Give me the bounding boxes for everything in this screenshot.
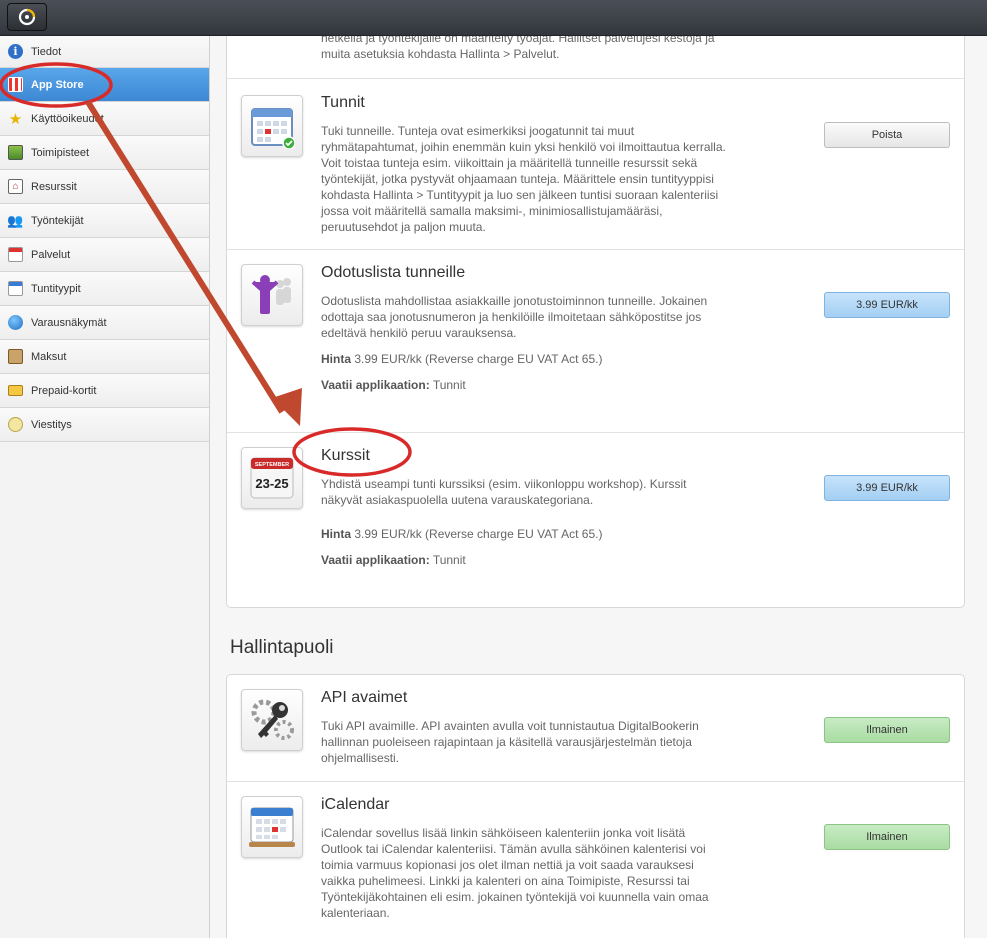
sidebar-item-maksut[interactable]: Maksut [0, 340, 209, 374]
app-title: Kurssit [321, 447, 370, 464]
sidebar-item-label: Tiedot [31, 45, 62, 58]
brand-logo-icon [18, 8, 36, 26]
app-title: Odotuslista tunneille [321, 264, 466, 281]
house-icon: ⌂ [8, 179, 23, 194]
app-icon-tunnit [241, 95, 303, 157]
price-value: 3.99 EUR/kk (Reverse charge EU VAT Act 6… [354, 527, 603, 541]
sidebar-item-label: Prepaid-kortit [31, 384, 97, 397]
sidebar-item-label: Varausnäkymät [31, 316, 107, 329]
app-description: hetkellä ja työntekijälle on määritelty … [321, 36, 715, 61]
globe-icon [8, 315, 23, 330]
app-row-icalendar: iCalendar iCalendar sovellus lisää linki… [227, 782, 964, 938]
cash-icon [8, 349, 23, 364]
sidebar-item-app-store[interactable]: App Store [0, 68, 209, 102]
app-description: Tuki API avaimille. API avainten avulla … [321, 719, 699, 765]
buy-app-button[interactable]: 3.99 EUR/kk [824, 292, 950, 318]
key-gears-icon [251, 699, 294, 740]
home-logo-button[interactable] [7, 3, 47, 31]
store-icon [8, 77, 23, 92]
course-calendar-icon: SEPTEMBER 23-25 [250, 457, 294, 499]
info-icon: i [8, 44, 23, 59]
location-icon [8, 145, 23, 160]
app-description: Yhdistä useampi tunti kurssiksi (esim. v… [321, 477, 687, 507]
sidebar-item-label: Työntekijät [31, 214, 84, 227]
sidebar-item-label: Resurssit [31, 180, 77, 193]
star-icon: ★ [8, 110, 23, 128]
chat-icon [8, 417, 23, 432]
calendar-icon [8, 281, 23, 296]
calendar-icon [8, 247, 23, 262]
app-title: Tunnit [321, 94, 365, 111]
sidebar-item-varausnakymat[interactable]: Varausnäkymät [0, 306, 209, 340]
sidebar-item-prepaid-kortit[interactable]: Prepaid-kortit [0, 374, 209, 408]
app-title: API avaimet [321, 689, 408, 706]
sidebar-item-kayttooikeudet[interactable]: ★ Käyttöoikeudet [0, 102, 209, 136]
price-value: 3.99 EUR/kk (Reverse charge EU VAT Act 6… [354, 352, 603, 366]
price-label: Hinta [321, 352, 351, 366]
top-bar [0, 0, 987, 36]
app-title: iCalendar [321, 796, 390, 813]
card-icon [8, 385, 23, 396]
calendar-icon [251, 108, 295, 149]
app-requires: Vaatii applikaation: Tunnit [321, 553, 466, 567]
app-description: Tuki tunneille. Tunteja ovat esimerkiksi… [321, 124, 726, 234]
icon-dates-text: 23-25 [255, 476, 288, 491]
requires-value: Tunnit [432, 553, 466, 567]
app-icon-odotuslista [241, 264, 303, 326]
app-icon-kurssit: SEPTEMBER 23-25 [241, 447, 303, 509]
sidebar-item-resurssit[interactable]: ⌂ Resurssit [0, 170, 209, 204]
app-row-partial: hetkellä ja työntekijälle on määritelty … [227, 36, 964, 79]
sidebar-item-toimipisteet[interactable]: Toimipisteet [0, 136, 209, 170]
free-app-button[interactable]: Ilmainen [824, 824, 950, 850]
sidebar: i Tiedot App Store ★ Käyttöoikeudet Toim… [0, 36, 210, 938]
sidebar-item-label: Toimipisteet [31, 146, 90, 159]
remove-app-button[interactable]: Poista [824, 122, 950, 148]
price-label: Hinta [321, 527, 351, 541]
icalendar-icon [249, 807, 295, 847]
app-row-tunnit: Tunnit Tuki tunneille. Tunteja ovat esim… [227, 79, 964, 250]
requires-value: Tunnit [432, 378, 466, 392]
sidebar-item-label: Maksut [31, 350, 67, 363]
app-requires: Vaatii applikaation: Tunnit [321, 378, 466, 392]
app-store-content: hetkellä ja työntekijälle on määritelty … [226, 36, 965, 938]
requires-label: Vaatii applikaation: [321, 378, 430, 392]
app-description: iCalendar sovellus lisää linkin sähköise… [321, 826, 709, 920]
sidebar-item-tuntityypit[interactable]: Tuntityypit [0, 272, 209, 306]
app-row-api-keys: API avaimet Tuki API avaimille. API avai… [227, 675, 964, 782]
sidebar-item-label: Tuntityypit [31, 282, 81, 295]
apps-card-admin: API avaimet Tuki API avaimille. API avai… [226, 674, 965, 938]
app-icon-api [241, 689, 303, 751]
queue-people-icon [251, 275, 291, 314]
sidebar-item-label: Palvelut [31, 248, 71, 261]
people-icon: 👥 [7, 212, 24, 228]
app-price: Hinta 3.99 EUR/kk (Reverse charge EU VAT… [321, 527, 602, 541]
sidebar-item-tiedot[interactable]: i Tiedot [0, 36, 209, 68]
app-price: Hinta 3.99 EUR/kk (Reverse charge EU VAT… [321, 352, 602, 366]
requires-label: Vaatii applikaation: [321, 553, 430, 567]
app-icon-icalendar [241, 796, 303, 858]
app-description: Odotuslista mahdollistaa asiakkaille jon… [321, 294, 708, 340]
sidebar-item-label: Käyttöoikeudet [31, 112, 104, 125]
sidebar-item-label: Viestitys [31, 418, 72, 431]
section-title-hallintapuoli: Hallintapuoli [230, 637, 334, 658]
app-row-odotuslista: Odotuslista tunneille Odotuslista mahdol… [227, 250, 964, 433]
free-app-button[interactable]: Ilmainen [824, 717, 950, 743]
buy-app-button[interactable]: 3.99 EUR/kk [824, 475, 950, 501]
icon-month-text: SEPTEMBER [255, 462, 289, 468]
apps-card-features: hetkellä ja työntekijälle on määritelty … [226, 36, 965, 608]
sidebar-item-palvelut[interactable]: Palvelut [0, 238, 209, 272]
sidebar-item-tyontekijat[interactable]: 👥 Työntekijät [0, 204, 209, 238]
sidebar-item-label: App Store [31, 78, 84, 91]
app-row-kurssit: SEPTEMBER 23-25 Kurssit Yhdistä useampi … [227, 433, 964, 607]
sidebar-item-viestitys[interactable]: Viestitys [0, 408, 209, 442]
